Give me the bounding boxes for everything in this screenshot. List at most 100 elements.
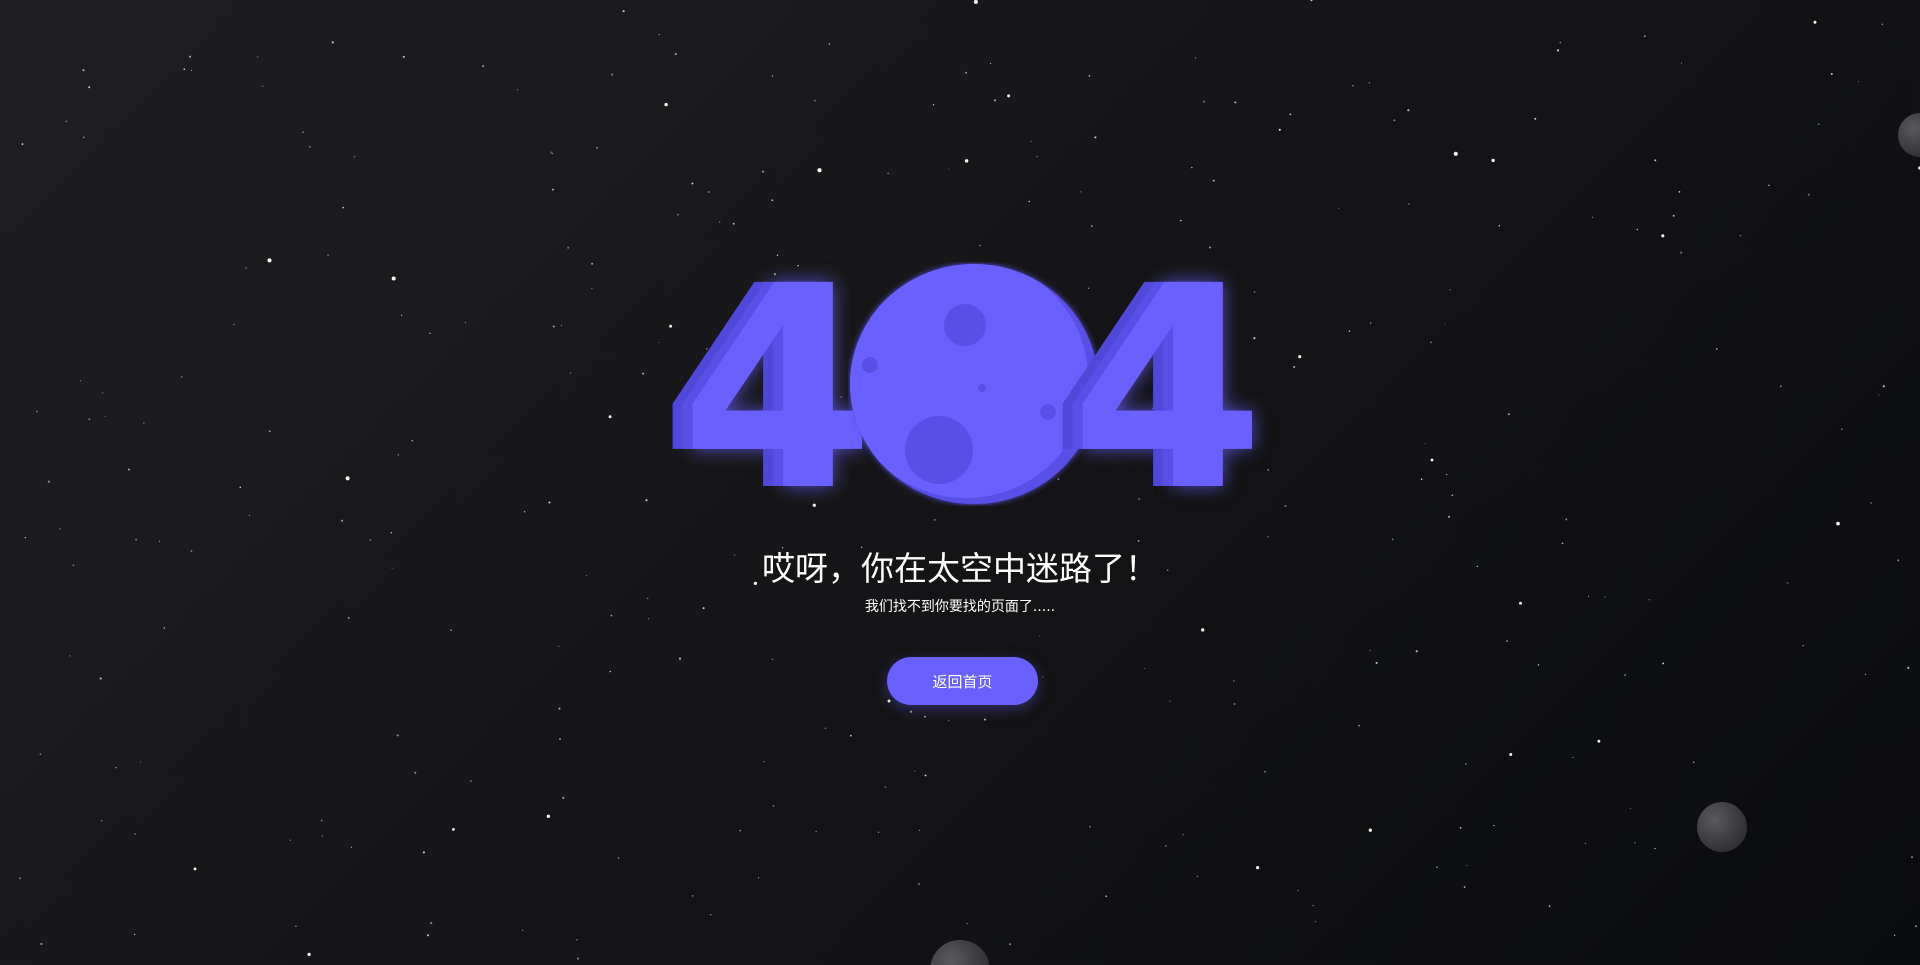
star [1143,668,1145,670]
star [19,877,22,880]
star [429,332,431,335]
star [691,895,694,897]
star [1358,724,1360,727]
star [676,213,679,216]
star [522,929,524,931]
star [591,287,593,290]
star [1910,856,1914,859]
star [21,143,24,146]
star [308,145,311,148]
star [1448,515,1451,518]
star [256,56,259,58]
star [295,925,297,928]
star [772,805,775,807]
star [674,53,677,56]
star [430,922,433,925]
star [924,715,927,718]
star [1507,413,1510,416]
star [470,780,472,782]
star [248,514,251,517]
star [59,528,61,530]
error-subtitle: 我们找不到你要找的页面了..... [864,599,1056,615]
star [596,146,598,149]
star [1493,824,1495,827]
star [450,629,452,631]
star [1680,251,1683,254]
star [1080,191,1082,193]
star [115,767,117,769]
star [1453,151,1458,156]
star [569,372,572,374]
star [1565,518,1568,521]
star [1194,57,1197,59]
star [1164,845,1167,847]
star [576,957,580,960]
star [1643,35,1646,38]
star [1430,458,1434,462]
star [1654,159,1657,162]
star [1678,191,1681,193]
star [1408,203,1410,205]
star [1465,763,1467,765]
star [163,627,166,629]
star [239,486,242,489]
star [1267,536,1269,538]
star [1629,807,1632,810]
star [710,914,712,916]
star [1393,119,1396,122]
star [523,511,526,513]
star [65,120,68,123]
star [1105,895,1108,898]
star [1624,674,1626,676]
star [550,151,552,153]
star [1444,323,1446,325]
star [1255,865,1260,870]
star [1830,72,1833,75]
star [824,727,827,730]
star [551,188,554,191]
star [482,65,484,67]
star [1297,889,1299,891]
star [691,182,694,185]
star [1375,661,1378,664]
error-title: 哎呀，你在太空中迷路了！ [762,549,1158,588]
star [391,276,396,281]
star [1267,469,1270,471]
star [1233,702,1236,706]
star [617,857,620,859]
star [1169,700,1171,702]
star [642,372,645,375]
star [104,415,106,417]
star [307,952,311,957]
star [1857,81,1860,83]
star [1878,394,1880,396]
star [1907,666,1910,669]
star [1556,49,1560,52]
star [877,831,880,833]
star [1881,23,1884,26]
star [718,221,721,223]
star [1813,20,1817,24]
star [397,454,399,456]
star [1692,761,1695,764]
star [658,341,660,344]
star [647,618,649,620]
back-to-home-button[interactable]: 返回首页 [887,657,1038,705]
star [1836,521,1840,526]
star [1436,866,1438,869]
star [1661,234,1665,238]
star [82,69,85,72]
star [1369,322,1372,324]
star [143,422,145,424]
star [39,753,42,756]
star [1802,644,1804,647]
star [1314,920,1317,923]
star [1196,875,1199,878]
star [1042,676,1044,678]
star [645,499,648,502]
star [983,718,987,721]
star [140,761,141,763]
star [964,159,969,163]
star [1008,943,1011,946]
star [884,786,887,788]
